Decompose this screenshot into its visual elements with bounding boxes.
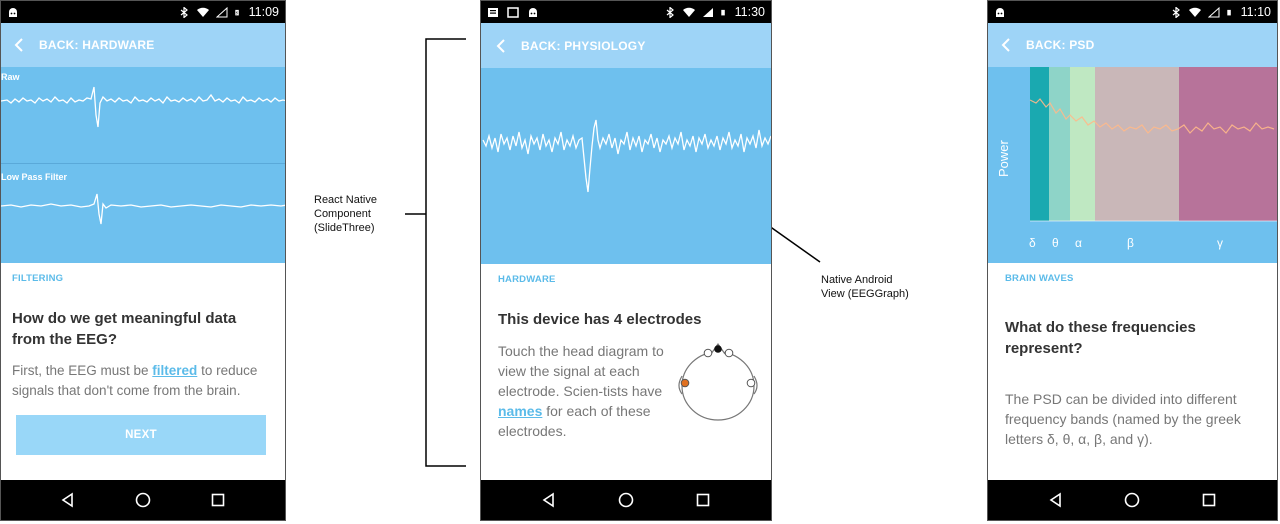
section-label: HARDWARE	[498, 274, 556, 285]
head-diagram[interactable]	[673, 336, 763, 426]
battery-icon	[1226, 9, 1231, 15]
back-label: BACK: PHYSIOLOGY	[521, 38, 646, 53]
next-button[interactable]: NEXT	[16, 415, 266, 455]
slide-heading: What do these frequencies represent?	[1005, 319, 1196, 357]
message-icon	[488, 7, 498, 17]
band-label-theta: θ	[1052, 236, 1059, 250]
back-nav-icon[interactable]	[1047, 491, 1065, 509]
band-region-delta	[1030, 67, 1049, 221]
electrode-af8[interactable]	[724, 348, 734, 358]
signal-icon	[215, 6, 228, 17]
raw-eeg-graph: Raw	[1, 67, 285, 163]
section-label: BRAIN WAVES	[1005, 273, 1074, 284]
status-time: 11:09	[248, 5, 279, 19]
band-region-alpha	[1070, 67, 1095, 221]
recents-nav-icon[interactable]	[209, 491, 227, 509]
slide-body: The PSD can be divided into different fr…	[1005, 391, 1241, 447]
band-region-gamma	[1179, 67, 1277, 221]
back-label: BACK: PSD	[1026, 38, 1095, 52]
body-text-start: Touch the head diagram to view the signa…	[498, 343, 664, 399]
chevron-left-icon	[14, 38, 23, 52]
battery-icon	[720, 9, 725, 15]
signal-icon	[702, 7, 713, 17]
status-time: 11:10	[1240, 5, 1271, 19]
back-label: BACK: HARDWARE	[39, 38, 155, 52]
home-nav-icon[interactable]	[1123, 491, 1141, 509]
wifi-icon	[196, 7, 209, 17]
band-label-alpha: α	[1075, 236, 1082, 250]
back-button[interactable]: BACK: HARDWARE	[1, 23, 285, 67]
signal-icon	[1207, 6, 1220, 17]
android-notification-icon	[996, 7, 1004, 17]
slide-body: Touch the head diagram to view the signa…	[498, 341, 670, 441]
wifi-icon	[682, 7, 695, 17]
band-region-beta	[1095, 67, 1179, 221]
phone-screen-filtering: 11:09 BACK: HARDWARE Raw Low Pass Filter…	[0, 0, 286, 521]
band-label-beta: β	[1127, 236, 1134, 250]
status-time: 11:30	[734, 5, 765, 19]
psd-graph: Power δ θ α β γ	[988, 67, 1277, 263]
back-nav-icon[interactable]	[59, 491, 77, 509]
band-region-theta	[1049, 67, 1070, 221]
battery-icon	[234, 9, 239, 15]
status-bar: 11:30	[481, 1, 771, 23]
chevron-left-icon	[1001, 38, 1010, 52]
recents-nav-icon[interactable]	[1200, 491, 1218, 509]
annotation-react-native: React Native Component (SlideThree)	[314, 194, 377, 234]
back-button[interactable]: BACK: PSD	[988, 23, 1277, 67]
chevron-left-icon	[496, 38, 505, 53]
annotation-native-android: Native Android View (EEGGraph)	[821, 274, 909, 300]
wifi-icon	[1188, 7, 1201, 17]
back-button[interactable]: BACK: PHYSIOLOGY	[481, 23, 771, 68]
slide-body: First, the EEG must be filtered to reduc…	[12, 361, 280, 401]
home-nav-icon[interactable]	[617, 491, 635, 509]
recents-nav-icon[interactable]	[694, 491, 712, 509]
android-notification-icon	[529, 7, 537, 17]
band-label-delta: δ	[1029, 236, 1036, 250]
android-nav-bar	[1, 480, 285, 520]
bluetooth-icon	[180, 6, 188, 18]
phone-screen-hardware: 11:30 BACK: PHYSIOLOGY HARDWARE This dev…	[480, 0, 772, 521]
body-text-start: First, the EEG must be	[12, 363, 153, 378]
screenshot-icon	[507, 6, 519, 18]
section-label: FILTERING	[12, 273, 64, 284]
y-axis-label: Power	[996, 140, 1011, 177]
status-bar: 11:10	[988, 1, 1277, 23]
bluetooth-icon	[666, 6, 674, 18]
status-bar: 11:09	[1, 1, 285, 23]
electrode-tp10[interactable]	[746, 378, 756, 388]
lowpass-waveform	[1, 193, 285, 225]
filtered-link[interactable]: filtered	[152, 363, 197, 378]
psd-plot	[1029, 67, 1277, 222]
electrode-tp9[interactable]	[680, 378, 690, 388]
electrode-fpz[interactable]	[714, 345, 722, 353]
android-notification-icon	[9, 7, 17, 17]
back-nav-icon[interactable]	[540, 491, 558, 509]
raw-waveform	[1, 86, 285, 128]
eeg-graph-native-view	[481, 68, 771, 264]
eeg-waveform	[482, 119, 771, 193]
names-link[interactable]: names	[498, 403, 542, 419]
slide-heading: How do we get meaningful data from the E…	[12, 310, 237, 348]
bluetooth-icon	[1172, 6, 1180, 18]
android-nav-bar	[481, 480, 771, 520]
slide-heading: This device has 4 electrodes	[498, 311, 702, 328]
lowpass-eeg-graph: Low Pass Filter	[1, 164, 285, 263]
electrode-af7[interactable]	[703, 348, 713, 358]
band-label-gamma: γ	[1217, 236, 1223, 250]
home-nav-icon[interactable]	[134, 491, 152, 509]
android-nav-bar	[988, 480, 1277, 520]
phone-screen-brain-waves: 11:10 BACK: PSD Power δ θ α β γ BRAIN WA…	[987, 0, 1278, 521]
